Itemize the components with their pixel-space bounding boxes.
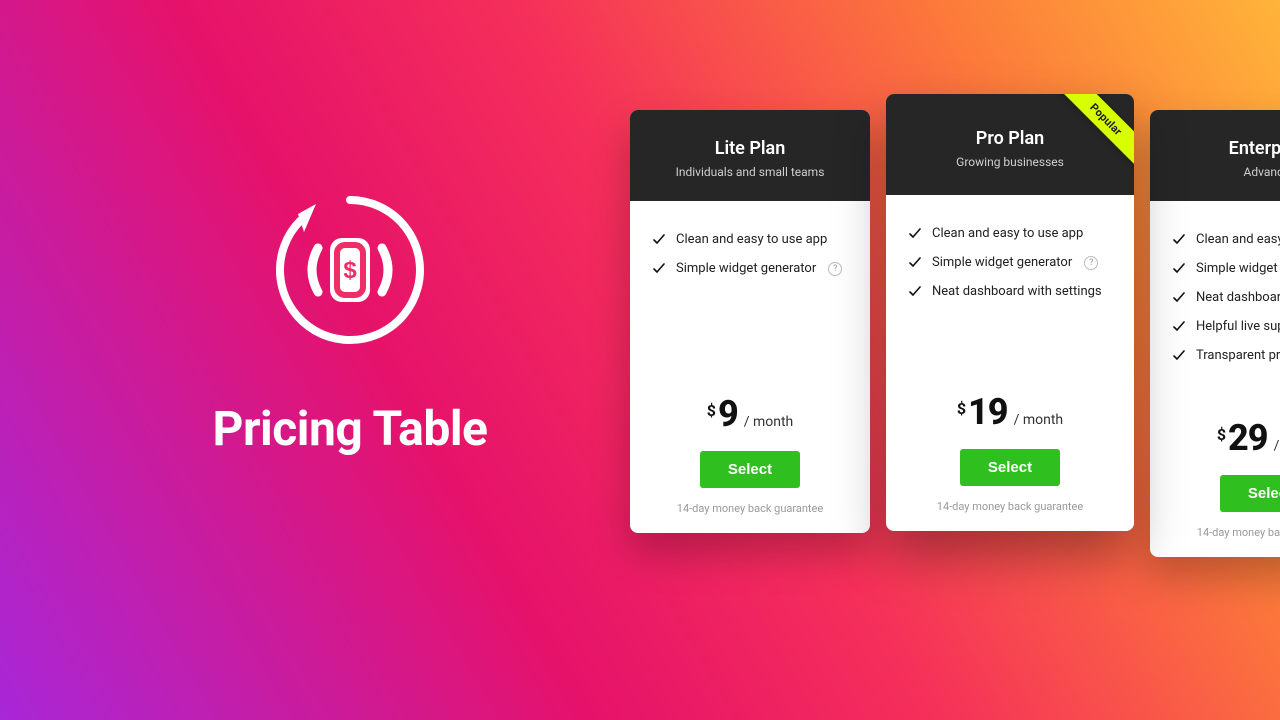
hero: $ Pricing Table — [150, 180, 550, 457]
check-icon — [1172, 320, 1186, 334]
plan-header: Enterprise Advanced — [1150, 110, 1280, 201]
hero-title: Pricing Table — [150, 400, 550, 457]
list-item: Simple widget generator ? — [652, 254, 848, 283]
feature-list: Clean and easy to use app Simple widget … — [652, 225, 848, 381]
currency: $ — [957, 399, 966, 418]
check-icon — [908, 285, 922, 299]
select-button[interactable]: Select — [960, 449, 1060, 486]
check-icon — [1172, 291, 1186, 305]
check-icon — [908, 256, 922, 270]
plan-name: Pro Plan — [904, 128, 1116, 149]
guarantee-note: 14-day money back guarantee — [1172, 526, 1280, 539]
page: $ Pricing Table Lite Plan Individuals an… — [0, 0, 1280, 720]
list-item: Clean and easy to use app — [652, 225, 848, 254]
help-icon[interactable]: ? — [1084, 256, 1098, 270]
feature-text: Transparent pricing — [1196, 348, 1280, 363]
check-icon — [652, 262, 666, 276]
list-item: Clean and easy to use app — [908, 219, 1112, 248]
feature-text: Simple widget generator — [1196, 261, 1280, 276]
plan-card-pro: Popular Pro Plan Growing businesses Clea… — [886, 94, 1134, 531]
plan-body: Clean and easy to use app Simple widget … — [1150, 201, 1280, 557]
feature-list: Clean and easy to use app Simple widget … — [1172, 225, 1280, 405]
feature-text: Simple widget generator — [932, 255, 1072, 270]
select-button[interactable]: Select — [1220, 475, 1280, 512]
plan-subtitle: Growing businesses — [904, 155, 1116, 169]
feature-text: Helpful live support — [1196, 319, 1280, 334]
check-icon — [1172, 349, 1186, 363]
plan-name: Enterprise — [1168, 138, 1280, 159]
list-item: Neat dashboard with settings — [1172, 283, 1280, 312]
list-item: Neat dashboard with settings — [908, 277, 1112, 306]
check-icon — [1172, 233, 1186, 247]
currency: $ — [707, 401, 716, 420]
price-period: / month — [1274, 438, 1280, 454]
help-icon[interactable]: ? — [828, 262, 842, 276]
currency: $ — [1217, 425, 1226, 444]
feature-text: Clean and easy to use app — [1196, 232, 1280, 247]
feature-text: Neat dashboard with settings — [932, 284, 1102, 299]
list-item: Helpful live support — [1172, 312, 1280, 341]
price-value: 19 — [968, 391, 1008, 433]
feature-text: Neat dashboard with settings — [1196, 290, 1280, 305]
select-button[interactable]: Select — [700, 451, 800, 488]
plan-name: Lite Plan — [648, 138, 852, 159]
price: $ 29 / month — [1172, 417, 1280, 459]
plan-header: Lite Plan Individuals and small teams — [630, 110, 870, 201]
guarantee-note: 14-day money back guarantee — [908, 500, 1112, 513]
price-period: / month — [744, 414, 794, 430]
check-icon — [1172, 262, 1186, 276]
list-item: Clean and easy to use app — [1172, 225, 1280, 254]
plan-card-lite: Lite Plan Individuals and small teams Cl… — [630, 110, 870, 533]
guarantee-note: 14-day money back guarantee — [652, 502, 848, 515]
pricing-cards: Lite Plan Individuals and small teams Cl… — [630, 110, 1280, 557]
check-icon — [652, 233, 666, 247]
pricing-logo-icon: $ — [260, 180, 440, 360]
feature-text: Clean and easy to use app — [676, 232, 827, 247]
price-period: / month — [1014, 412, 1064, 428]
list-item: Transparent pricing — [1172, 341, 1280, 370]
plan-subtitle: Advanced — [1168, 165, 1280, 179]
plan-card-enterprise: Enterprise Advanced Clean and easy to us… — [1150, 110, 1280, 557]
price: $ 19 / month — [908, 391, 1112, 433]
feature-list: Clean and easy to use app Simple widget … — [908, 219, 1112, 379]
list-item: Simple widget generator ? — [908, 248, 1112, 277]
feature-text: Clean and easy to use app — [932, 226, 1083, 241]
price-value: 9 — [718, 393, 738, 435]
plan-body: Clean and easy to use app Simple widget … — [886, 195, 1134, 531]
check-icon — [908, 227, 922, 241]
svg-text:$: $ — [343, 257, 357, 284]
plan-body: Clean and easy to use app Simple widget … — [630, 201, 870, 533]
plan-subtitle: Individuals and small teams — [648, 165, 852, 179]
list-item: Simple widget generator — [1172, 254, 1280, 283]
price: $ 9 / month — [652, 393, 848, 435]
price-value: 29 — [1228, 417, 1268, 459]
feature-text: Simple widget generator — [676, 261, 816, 276]
